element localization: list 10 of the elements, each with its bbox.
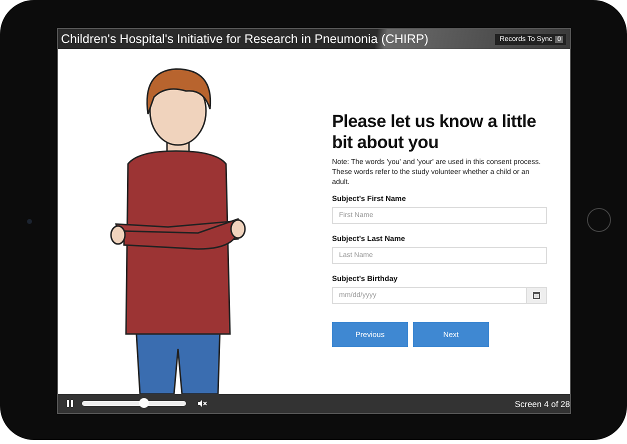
progress-slider[interactable] [82, 401, 186, 406]
pause-icon[interactable] [67, 400, 73, 407]
screen-counter: Screen 4 of 28 [514, 398, 570, 408]
camera-icon [27, 219, 32, 224]
calendar-icon [533, 292, 540, 299]
slider-thumb[interactable] [139, 398, 150, 408]
mute-icon[interactable] [198, 400, 207, 407]
app-title: Children's Hospital's Initiative for Research in Pneumonia (CHIRP) [61, 32, 430, 46]
form-heading: Please let us know a little bit about you [332, 111, 538, 153]
calendar-button[interactable] [527, 287, 547, 304]
